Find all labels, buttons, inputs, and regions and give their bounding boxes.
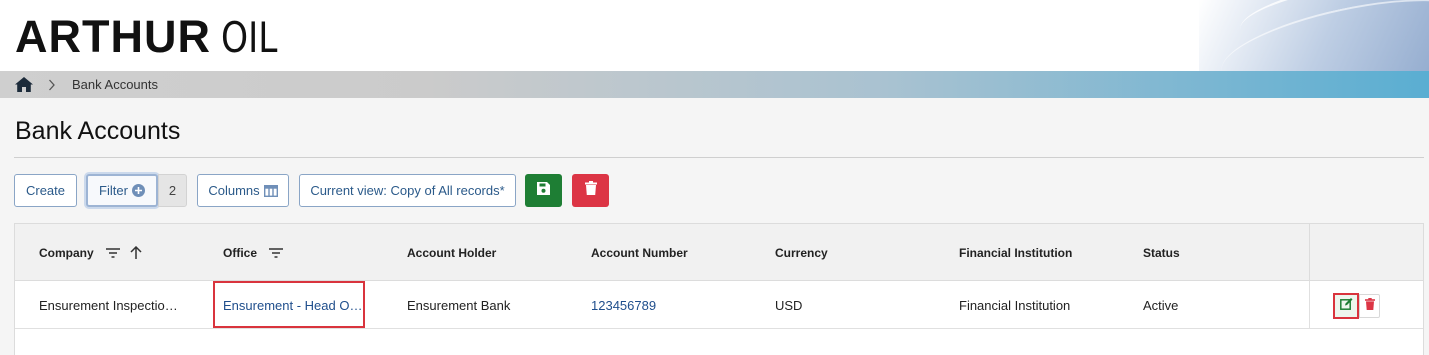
app-header: ARTHUR OIL [0, 0, 1429, 71]
column-header-label: Company [39, 245, 94, 260]
delete-view-button[interactable] [572, 174, 609, 207]
column-header-label: Currency [775, 245, 828, 260]
cell-currency: USD [775, 297, 803, 313]
edit-icon [1339, 297, 1353, 315]
bank-accounts-table: Company Office Account Holder Account Nu… [14, 223, 1424, 355]
plus-circle-icon [131, 184, 145, 197]
column-header-account-holder[interactable]: Account Holder [407, 224, 496, 281]
edit-row-button[interactable] [1333, 293, 1359, 319]
save-view-button[interactable] [525, 174, 562, 207]
column-header-label: Account Holder [407, 245, 497, 260]
home-icon[interactable] [15, 77, 33, 93]
table-row[interactable]: Ensurement Inspectio… Ensurement - Head … [15, 281, 1423, 329]
header-decoration [1199, 0, 1429, 71]
column-header-company[interactable]: Company [39, 224, 142, 281]
column-header-currency[interactable]: Currency [775, 224, 828, 281]
column-divider [1309, 281, 1310, 329]
delete-row-button[interactable] [1359, 294, 1380, 318]
title-divider [14, 157, 1424, 158]
page-title: Bank Accounts [15, 117, 181, 145]
filter-lines-icon[interactable] [269, 247, 284, 258]
create-button-label: Create [25, 183, 66, 198]
column-header-label: Financial Institution [959, 245, 1073, 260]
trash-icon [1364, 297, 1375, 315]
current-view-label: Current view: Copy of All records* [310, 183, 505, 198]
column-header-label: Account Number [591, 245, 688, 260]
current-view-button[interactable]: Current view: Copy of All records* [299, 174, 516, 207]
table-header: Company Office Account Holder Account Nu… [15, 224, 1423, 281]
filter-count-badge: 2 [158, 174, 187, 207]
cell-company: Ensurement Inspectio… [39, 297, 178, 313]
company-logo[interactable]: ARTHUR OIL [15, 11, 290, 62]
column-header-label: Office [223, 245, 258, 260]
chevron-right-icon [48, 79, 58, 91]
arrow-up-icon[interactable] [130, 246, 142, 259]
columns-button[interactable]: Columns [197, 174, 289, 207]
filter-lines-icon[interactable] [105, 247, 120, 258]
save-icon [537, 181, 550, 200]
column-header-status[interactable]: Status [1143, 224, 1180, 281]
column-divider [1309, 224, 1310, 281]
create-button[interactable]: Create [14, 174, 77, 207]
column-header-financial-institution[interactable]: Financial Institution [959, 224, 1072, 281]
cell-office-link[interactable]: Ensurement - Head O… [223, 281, 362, 329]
logo-secondary-text: OIL [220, 13, 278, 62]
cell-financial-institution: Financial Institution [959, 297, 1071, 313]
column-header-label: Status [1143, 245, 1180, 260]
column-header-account-number[interactable]: Account Number [591, 224, 688, 281]
filter-button[interactable]: Filter [86, 174, 158, 207]
cell-account-number-link[interactable]: 123456789 [591, 281, 656, 329]
column-header-office[interactable]: Office [223, 224, 284, 281]
cell-account-holder: Ensurement Bank [407, 297, 511, 313]
trash-icon [584, 181, 597, 200]
cell-status: Active [1143, 297, 1179, 313]
breadcrumb: Bank Accounts [0, 71, 1429, 98]
columns-button-label: Columns [208, 183, 260, 198]
columns-icon [263, 184, 278, 197]
filter-button-label: Filter [99, 183, 128, 198]
logo-main-text: ARTHUR [15, 11, 211, 62]
breadcrumb-current: Bank Accounts [72, 77, 158, 92]
